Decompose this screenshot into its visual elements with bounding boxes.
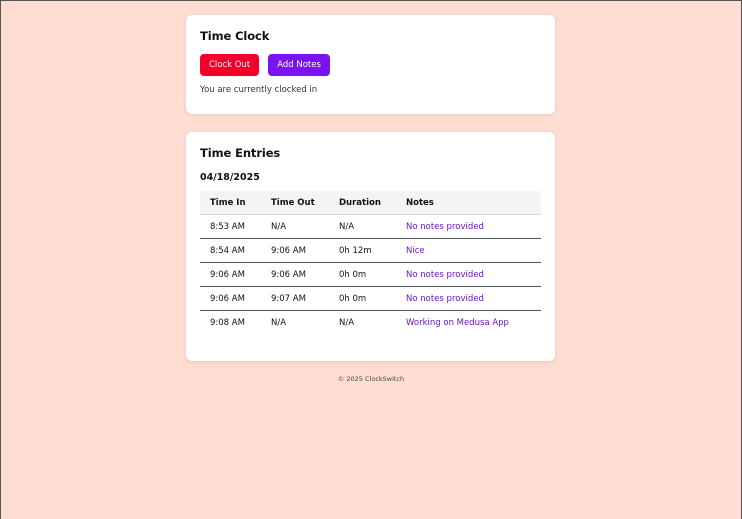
time-clock-card: Time Clock Clock Out Add Notes You are c…	[186, 15, 555, 114]
time-clock-title: Time Clock	[200, 29, 270, 43]
cell-duration: 0h 0m	[329, 262, 396, 287]
table-row: 9:06 AM 9:06 AM 0h 0m No notes provided	[200, 262, 541, 287]
cell-time-in: 8:54 AM	[200, 238, 261, 263]
add-notes-button[interactable]: Add Notes	[268, 54, 330, 76]
cell-time-in: 9:06 AM	[200, 286, 261, 311]
time-entries-title: Time Entries	[200, 146, 281, 160]
time-clock-actions: Clock Out Add Notes	[200, 54, 541, 76]
cell-time-in: 9:06 AM	[200, 262, 261, 287]
cell-duration: N/A	[329, 214, 396, 239]
cell-notes: Nice	[396, 238, 541, 263]
cell-time-out: 9:06 AM	[261, 238, 329, 263]
table-row: 9:06 AM 9:07 AM 0h 0m No notes provided	[200, 286, 541, 311]
cell-notes: Working on Medusa App	[406, 317, 509, 328]
cell-time-out: N/A	[261, 214, 329, 239]
cell-notes: No notes provided	[396, 214, 541, 239]
cell-duration: 0h 12m	[329, 238, 396, 263]
footer-copyright: © 2025 ClockSwitch	[337, 375, 405, 383]
table-body: 8:53 AM N/A N/A No notes provided 8:54 A…	[200, 214, 541, 335]
table-row: 9:08 AM N/A N/A Working on Medusa App	[200, 311, 541, 335]
time-entries-table: Time In Time Out Duration Notes 8:53 AM …	[200, 191, 541, 334]
entries-date: 04/18/2025	[200, 172, 260, 183]
clock-out-button[interactable]: Clock Out	[200, 54, 260, 76]
cell-time-out: 9:06 AM	[261, 262, 329, 287]
cell-duration: N/A	[339, 317, 355, 328]
cell-time-in: 9:08 AM	[210, 317, 245, 328]
cell-duration: 0h 0m	[329, 286, 396, 311]
time-entries-card: Time Entries 04/18/2025 Time In Time Out…	[186, 132, 555, 361]
cell-time-out: 9:07 AM	[261, 286, 329, 311]
cell-notes: No notes provided	[396, 286, 541, 311]
cell-notes: No notes provided	[396, 262, 541, 287]
column-header-notes: Notes	[396, 191, 541, 215]
page: Time Clock Clock Out Add Notes You are c…	[1, 1, 741, 519]
table-header-row: Time In Time Out Duration Notes	[200, 191, 541, 215]
table-header: Time In Time Out Duration Notes	[200, 191, 541, 215]
clock-status-text: You are currently clocked in	[200, 85, 318, 95]
table-row: 8:53 AM N/A N/A No notes provided	[200, 214, 541, 239]
column-header-time-out: Time Out	[261, 191, 329, 215]
cell-time-in: 8:53 AM	[200, 214, 261, 239]
cell-time-out: N/A	[271, 317, 287, 328]
column-header-time-in: Time In	[200, 191, 261, 215]
column-header-duration: Duration	[329, 191, 396, 215]
table-row: 8:54 AM 9:06 AM 0h 12m Nice	[200, 238, 541, 263]
